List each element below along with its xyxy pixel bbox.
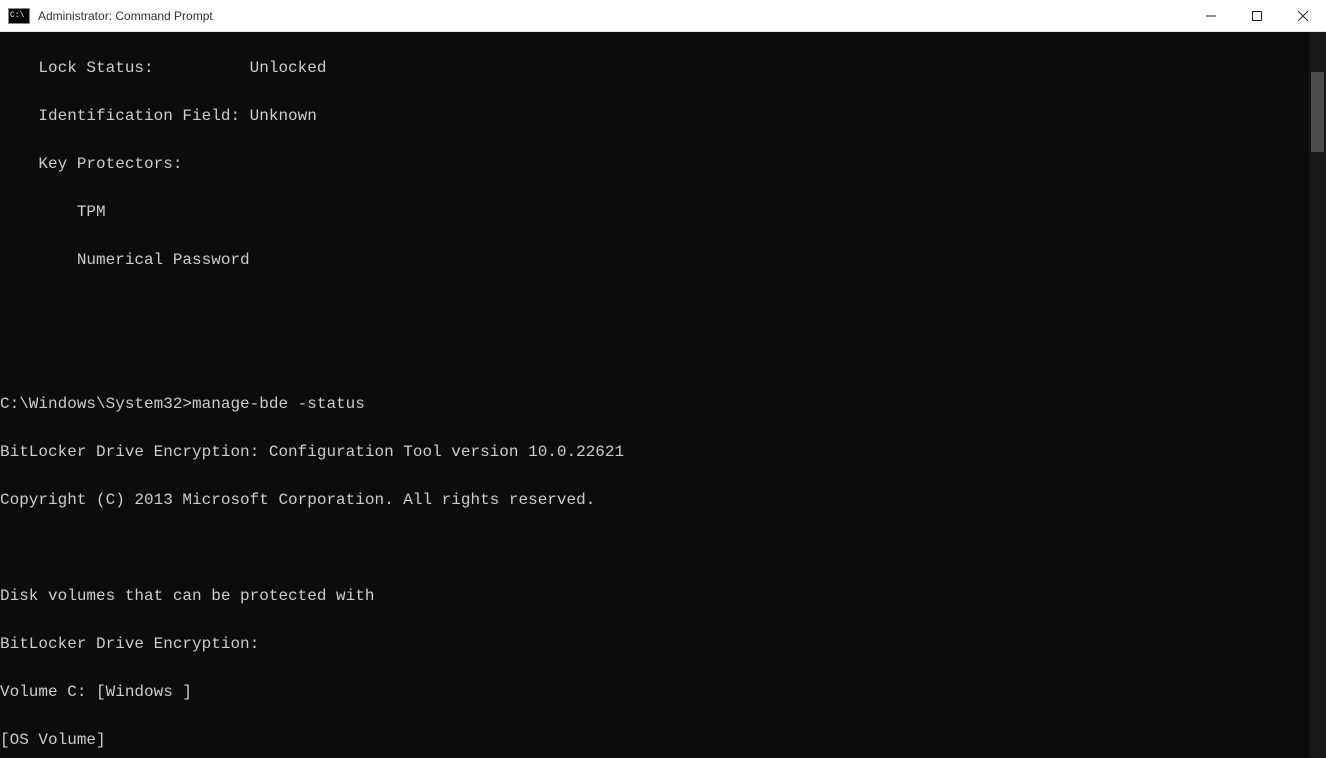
- field-value: Unknown: [250, 107, 317, 125]
- volume-type: [OS Volume]: [0, 731, 106, 749]
- titlebar[interactable]: Administrator: Command Prompt: [0, 0, 1326, 32]
- output-line: BitLocker Drive Encryption: Configuratio…: [0, 440, 1309, 464]
- info-line: BitLocker Drive Encryption:: [0, 635, 259, 653]
- output-line: Identification Field: Unknown: [0, 104, 1309, 128]
- scrollbar-thumb[interactable]: [1311, 72, 1324, 152]
- field-value: TPM: [0, 203, 106, 221]
- terminal-output[interactable]: Lock Status: Unlocked Identification Fie…: [0, 32, 1309, 758]
- minimize-icon: [1206, 11, 1216, 21]
- volume-line: Volume C: [Windows ]: [0, 683, 192, 701]
- window-title: Administrator: Command Prompt: [38, 9, 213, 23]
- terminal-area: Lock Status: Unlocked Identification Fie…: [0, 32, 1326, 758]
- prompt: C:\Windows\System32>: [0, 395, 192, 413]
- close-icon: [1298, 11, 1308, 21]
- cmd-icon: [8, 8, 30, 24]
- field-value: Numerical Password: [0, 251, 250, 269]
- output-line: Volume C: [Windows ]: [0, 680, 1309, 704]
- output-line: BitLocker Drive Encryption:: [0, 632, 1309, 656]
- field-label: Lock Status:: [0, 59, 250, 77]
- copyright-line: Copyright (C) 2013 Microsoft Corporation…: [0, 491, 595, 509]
- blank-line: [0, 536, 1309, 560]
- output-line: TPM: [0, 200, 1309, 224]
- vertical-scrollbar[interactable]: [1309, 32, 1326, 758]
- maximize-icon: [1252, 11, 1262, 21]
- minimize-button[interactable]: [1188, 0, 1234, 32]
- blank-line: [0, 344, 1309, 368]
- maximize-button[interactable]: [1234, 0, 1280, 32]
- field-value: Unlocked: [250, 59, 327, 77]
- output-line: Lock Status: Unlocked: [0, 56, 1309, 80]
- command-text: manage-bde -status: [192, 395, 365, 413]
- tool-header: BitLocker Drive Encryption: Configuratio…: [0, 443, 624, 461]
- field-label: Identification Field:: [0, 107, 250, 125]
- field-label: Key Protectors:: [0, 155, 182, 173]
- output-line: Numerical Password: [0, 248, 1309, 272]
- command-prompt-window: Administrator: Command Prompt Lock Statu…: [0, 0, 1326, 758]
- close-button[interactable]: [1280, 0, 1326, 32]
- prompt-line: C:\Windows\System32>manage-bde -status: [0, 392, 1309, 416]
- output-line: Copyright (C) 2013 Microsoft Corporation…: [0, 488, 1309, 512]
- blank-line: [0, 296, 1309, 320]
- output-line: Disk volumes that can be protected with: [0, 584, 1309, 608]
- output-line: [OS Volume]: [0, 728, 1309, 752]
- output-line: Key Protectors:: [0, 152, 1309, 176]
- info-line: Disk volumes that can be protected with: [0, 587, 374, 605]
